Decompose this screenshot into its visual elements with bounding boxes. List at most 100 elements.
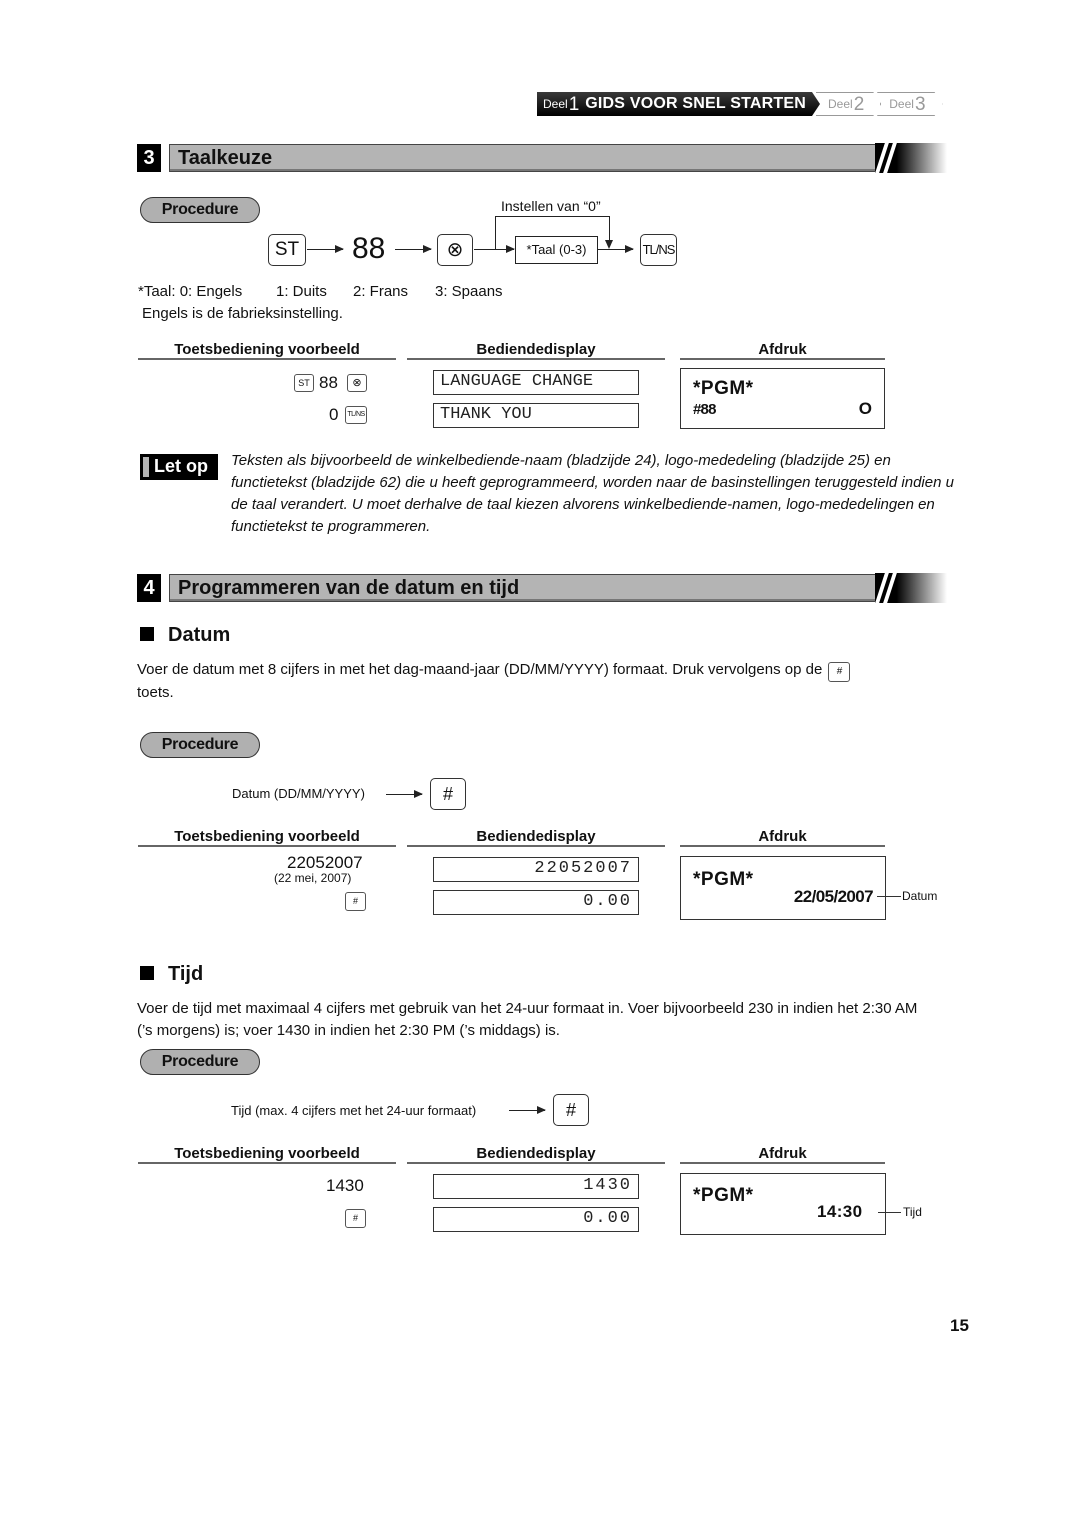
description-text: Voer de datum met 8 cijfers in met het d… <box>137 661 823 678</box>
taal-input-box: *Taal (0-3) <box>515 236 598 264</box>
callout-label: Tijd <box>903 1205 922 1219</box>
print-header: *PGM* <box>693 1185 754 1206</box>
procedure-label: Procedure <box>140 1049 260 1075</box>
section-header-taalkeuze: 3 Taalkeuze <box>137 141 947 175</box>
breadcrumb-part-3[interactable]: Deel 3 <box>877 92 942 116</box>
square-bullet-icon <box>140 627 154 641</box>
subheading-text: Tijd <box>168 963 204 985</box>
breadcrumb-part-2[interactable]: Deel 2 <box>816 92 881 116</box>
bypass-line <box>495 216 610 218</box>
print-receipt: *PGM* 22/05/2007 <box>680 856 886 920</box>
page-number: 15 <box>950 1316 969 1335</box>
note-badge-label: Let op <box>154 456 208 476</box>
print-value: 14:30 <box>817 1202 863 1221</box>
display-row: 22052007 <box>433 857 639 882</box>
breadcrumb-number: 3 <box>914 93 926 115</box>
multiply-key: ⊗ <box>437 234 473 266</box>
note-badge-stripe <box>143 457 149 477</box>
hash-key: # <box>553 1094 589 1126</box>
key-note: (22 mei, 2007) <box>274 871 352 885</box>
print-header: *PGM* <box>693 378 754 399</box>
subheading-datum: Datum <box>140 624 230 647</box>
section-number: 4 <box>137 574 161 602</box>
arrow-icon <box>395 243 432 255</box>
st-key: ST <box>268 234 306 266</box>
print-line-left: #88 <box>693 401 716 418</box>
tlns-key: TL/NS <box>640 234 677 266</box>
multiply-key: ⊗ <box>347 374 367 392</box>
column-header-print: Afdruk <box>758 341 807 358</box>
section-title: Taalkeuze <box>178 147 273 169</box>
divider <box>138 358 396 360</box>
section-header-datum-tijd: 4 Programmeren van de datum en tijd <box>137 571 947 605</box>
tlns-key: TL/NS <box>345 406 367 424</box>
print-line-right: O <box>858 399 872 418</box>
divider <box>407 358 665 360</box>
arrow-icon <box>307 243 344 255</box>
breadcrumb-prefix: Deel <box>828 97 853 111</box>
hash-key: # <box>345 892 366 911</box>
arrow-icon <box>509 1104 546 1116</box>
breadcrumb-prefix: Deel <box>543 97 568 111</box>
key-value: 1430 <box>326 1176 364 1195</box>
display-row: 1430 <box>433 1174 639 1199</box>
display-row: LANGUAGE CHANGE <box>433 370 639 395</box>
print-value: 22/05/2007 <box>793 887 874 906</box>
hash-key: # <box>828 662 851 682</box>
callout-line <box>878 1212 901 1213</box>
language-option: *Taal: 0: Engels <box>138 283 243 300</box>
arrow-icon <box>386 788 423 800</box>
breadcrumb-number: 2 <box>853 93 865 115</box>
divider <box>407 845 665 847</box>
breadcrumb-number: 1 <box>568 93 580 115</box>
section-title-bar: Taalkeuze <box>169 144 881 172</box>
column-header-display: Bediendedisplay <box>476 1145 596 1162</box>
column-header-keys: Toetsbediening voorbeeld <box>174 828 360 845</box>
bypass-line <box>609 216 611 242</box>
divider <box>680 358 885 360</box>
arrow-down-icon <box>605 240 613 249</box>
st-key: ST <box>294 374 314 392</box>
arrow-icon <box>598 243 634 255</box>
language-option: 1: Duits <box>276 283 327 300</box>
flow-label: Tijd (max. 4 cijfers met het 24-uur form… <box>231 1103 477 1118</box>
column-header-print: Afdruk <box>758 828 807 845</box>
hash-key: # <box>430 778 466 810</box>
breadcrumb: Deel 1 GIDS VOOR SNEL STARTEN Deel 2 Dee… <box>537 92 943 116</box>
subheading-text: Datum <box>168 624 231 646</box>
procedure-label: Procedure <box>140 197 260 223</box>
divider <box>680 1162 885 1164</box>
note-badge: Let op <box>140 454 218 480</box>
code-88: 88 <box>352 232 386 265</box>
arrow-icon <box>474 243 515 255</box>
description-text: toets. <box>137 684 174 701</box>
column-header-keys: Toetsbediening voorbeeld <box>174 341 360 358</box>
divider <box>407 1162 665 1164</box>
column-header-keys: Toetsbediening voorbeeld <box>174 1145 360 1162</box>
column-header-print: Afdruk <box>758 1145 807 1162</box>
divider <box>138 845 396 847</box>
square-bullet-icon <box>140 966 154 980</box>
procedure-label: Procedure <box>140 732 260 758</box>
breadcrumb-prefix: Deel <box>889 97 914 111</box>
tijd-description: Voer de tijd met maximaal 4 cijfers met … <box>137 1000 918 1039</box>
column-header-display: Bediendedisplay <box>476 341 596 358</box>
section-title: Programmeren van de datum en tijd <box>178 577 520 599</box>
key-value: 22052007 <box>287 853 363 872</box>
subheading-tijd: Tijd <box>140 963 203 986</box>
note-text: Teksten als bijvoorbeeld de winkelbedien… <box>231 452 954 535</box>
display-row: 0.00 <box>433 890 639 915</box>
section-title-bar: Programmeren van de datum en tijd <box>169 574 881 602</box>
default-note: Engels is de fabrieksinstelling. <box>142 305 343 322</box>
bypass-line <box>495 216 497 249</box>
key-value: 0 <box>329 405 339 424</box>
display-row: 0.00 <box>433 1207 639 1232</box>
key-code: 88 <box>319 373 338 392</box>
datum-description: Voer de datum met 8 cijfers in met het d… <box>137 659 927 704</box>
callout-line <box>877 896 901 897</box>
display-row: THANK YOU <box>433 403 639 428</box>
divider <box>680 845 885 847</box>
breadcrumb-part-1[interactable]: Deel 1 GIDS VOOR SNEL STARTEN <box>537 92 820 116</box>
print-header: *PGM* <box>693 869 754 890</box>
bypass-label: Instellen van “0” <box>501 198 601 214</box>
